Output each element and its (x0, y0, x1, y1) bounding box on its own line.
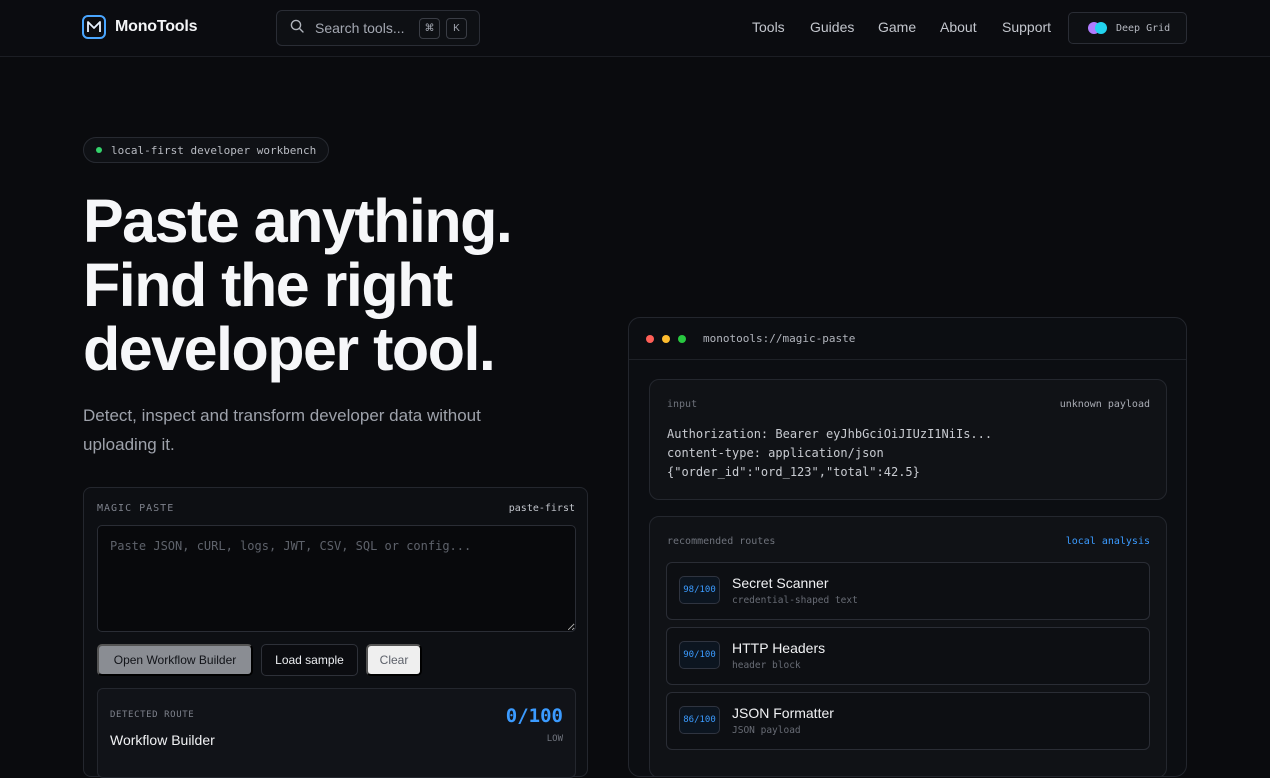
headline-line: Paste anything. (83, 187, 513, 255)
panel-title: MAGIC PASTE (97, 503, 175, 514)
brand-link[interactable]: MonoTools (82, 15, 198, 39)
maximize-dot-icon (678, 334, 686, 343)
nav-game[interactable]: Game (878, 19, 916, 35)
payload-type-tag: unknown payload (1059, 399, 1150, 410)
route-subtitle: credential-shaped text (732, 595, 858, 606)
detected-route-name: Workflow Builder (110, 732, 215, 748)
detected-route: DETECTED ROUTE Workflow Builder 0/100 LO… (97, 688, 576, 778)
detected-route-label: DETECTED ROUTE (110, 710, 195, 720)
input-preview: input unknown payload Authorization: Bea… (649, 379, 1167, 500)
route-subtitle: header block (732, 660, 801, 671)
theme-swatch-icon (1095, 22, 1107, 34)
input-label: input (667, 399, 698, 410)
logo-icon (82, 15, 106, 39)
recommended-routes: recommended routes local analysis 98/100… (649, 516, 1167, 776)
route-score-badge: 98/100 (679, 576, 720, 604)
nav-about[interactable]: About (940, 19, 977, 35)
search-icon (290, 19, 304, 38)
badge-text: local-first developer workbench (111, 143, 317, 157)
magic-paste-panel: MAGIC PASTE paste-first Open Workflow Bu… (83, 487, 588, 778)
nav-guides[interactable]: Guides (810, 19, 854, 35)
detected-route-score: 0/100 (505, 705, 563, 727)
route-score-badge: 86/100 (679, 706, 720, 734)
input-line: Authorization: Bearer eyJhbGciOiJIUzI1Ni… (667, 427, 993, 441)
headline-line: Find the right (83, 251, 453, 319)
shortcut-key-k: K (446, 18, 467, 39)
hero-subtext: Detect, inspect and transform developer … (83, 406, 481, 454)
theme-switcher[interactable]: Deep Grid (1068, 12, 1187, 44)
nav-tools[interactable]: Tools (752, 19, 785, 35)
search-label: Search tools... (315, 20, 405, 36)
shortcut-key-cmd: ⌘ (419, 18, 440, 39)
headline-line: developer tool. (83, 315, 496, 383)
paste-input[interactable] (97, 525, 576, 632)
status-dot-icon (96, 147, 102, 153)
analysis-tag: local analysis (1065, 536, 1150, 547)
minimize-dot-icon (662, 334, 670, 343)
nav-support[interactable]: Support (1002, 19, 1051, 35)
recommended-label: recommended routes (667, 536, 776, 547)
theme-label: Deep Grid (1116, 22, 1171, 34)
hero-badge: local-first developer workbench (83, 137, 330, 163)
clear-button[interactable]: Clear (366, 644, 422, 676)
magic-paste-preview: monotools://magic-paste input unknown pa… (628, 317, 1187, 777)
detected-route-level: LOW (546, 734, 563, 744)
panel-tag: paste-first (508, 503, 575, 514)
brand-name: MonoTools (115, 18, 198, 35)
route-score-badge: 90/100 (679, 641, 720, 669)
route-item-json-formatter[interactable]: 86/100 JSON Formatter JSON payload (666, 692, 1150, 750)
window-titlebar: monotools://magic-paste (629, 318, 1186, 360)
top-navbar: MonoTools Search tools... ⌘ K Tools Guid… (0, 0, 1270, 57)
open-workflow-builder-button[interactable]: Open Workflow Builder (97, 644, 253, 676)
input-line: {"order_id":"ord_123","total":42.5} (667, 465, 920, 479)
route-item-secret-scanner[interactable]: 98/100 Secret Scanner credential-shaped … (666, 562, 1150, 620)
route-title: HTTP Headers (732, 640, 826, 656)
route-title: Secret Scanner (732, 575, 829, 591)
window-url: monotools://magic-paste (703, 332, 856, 345)
hero-headline: Paste anything. Find the right developer… (83, 189, 603, 381)
load-sample-button[interactable]: Load sample (261, 644, 358, 676)
input-line: content-type: application/json (667, 446, 884, 460)
search-button[interactable]: Search tools... ⌘ K (276, 10, 480, 46)
route-title: JSON Formatter (732, 705, 834, 721)
route-subtitle: JSON payload (732, 725, 801, 736)
route-item-http-headers[interactable]: 90/100 HTTP Headers header block (666, 627, 1150, 685)
close-dot-icon (646, 334, 654, 343)
